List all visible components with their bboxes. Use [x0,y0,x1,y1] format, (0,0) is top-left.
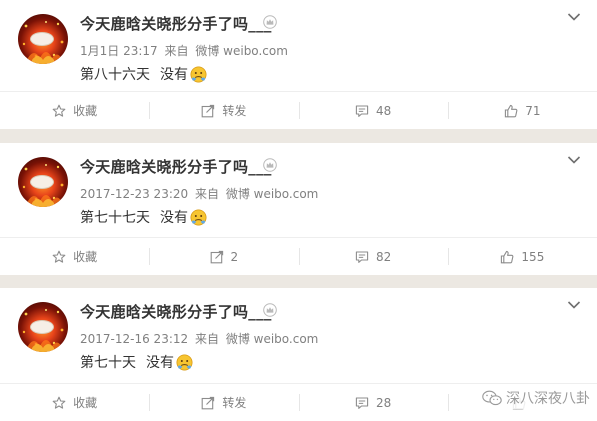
post-meta: 2017-12-23 23:20 来自 微博 weibo.com [80,185,321,202]
repost-label: 转发 [222,104,247,118]
post-separator [0,275,597,288]
post-username[interactable]: 今天鹿晗关晓彤分手了吗___ [80,301,272,322]
comment-icon [355,396,369,410]
thinking-face-icon [190,66,207,83]
action-bar: 收藏 2 82 155 [0,237,597,275]
thinking-face-icon [176,354,193,371]
chevron-down-icon[interactable] [567,300,581,310]
crown-icon [263,303,277,317]
favorite-button[interactable]: 收藏 [0,92,149,129]
avatar-bubble [30,32,54,46]
favorite-button[interactable]: 收藏 [0,384,149,421]
post-meta: 2017-12-16 23:12 来自 微博 weibo.com [80,330,321,347]
thumb-up-icon [500,250,514,264]
crown-icon [263,15,277,29]
favorite-label: 收藏 [73,396,98,410]
comment-count: 48 [375,103,392,118]
repost-button[interactable]: 转发 [149,92,298,129]
post-card: 今天鹿晗关晓彤分手了吗___ 2017-12-23 23:20 来自 微博 we… [0,143,597,275]
post-text-tail: 没有 [160,67,188,83]
like-button[interactable]: 155 [447,238,597,275]
star-icon [52,104,66,118]
comment-icon [355,250,369,264]
repost-count: 2 [230,249,239,264]
chevron-down-icon[interactable] [567,12,581,22]
watermark-text: 深八深夜八卦 [506,391,590,407]
avatar[interactable] [18,302,68,352]
post-text-tail: 没有 [146,355,174,371]
thinking-face-icon [190,209,207,226]
repost-button[interactable]: 转发 [149,384,298,421]
post-username[interactable]: 今天鹿晗关晓彤分手了吗___ [80,156,272,177]
repost-icon [201,396,215,410]
post-card: 今天鹿晗关晓彤分手了吗___ 1月1日 23:17 来自 微博 weibo.co… [0,0,597,129]
post-text: 第七十七天 没有 [80,207,207,227]
comment-button[interactable]: 82 [298,238,448,275]
post-text-tail: 没有 [160,210,188,226]
comment-button[interactable]: 48 [298,92,448,129]
post-via: 来自 [164,44,189,58]
comment-icon [355,104,369,118]
avatar[interactable] [18,14,68,64]
post-text-main: 第七十天 [80,355,136,371]
action-bar: 收藏 转发 48 71 [0,91,597,129]
comment-button[interactable]: 28 [298,384,448,421]
crown-icon [263,158,277,172]
repost-button[interactable]: 2 [149,238,298,275]
post-source[interactable]: 微博 weibo.com [226,332,319,346]
watermark: 深八深夜八卦 [480,387,592,409]
post-text-main: 第七十七天 [80,210,150,226]
post-source[interactable]: 微博 weibo.com [226,187,319,201]
post-text-main: 第八十六天 [80,67,150,83]
favorite-label: 收藏 [73,250,98,264]
chevron-down-icon[interactable] [567,155,581,165]
post-source[interactable]: 微博 weibo.com [195,44,288,58]
repost-icon [210,250,224,264]
post-time[interactable]: 1月1日 23:17 [80,44,158,58]
like-button[interactable]: 71 [447,92,597,129]
repost-label: 转发 [222,396,247,410]
post-time[interactable]: 2017-12-16 23:12 [80,332,188,346]
post-username[interactable]: 今天鹿晗关晓彤分手了吗___ [80,13,272,34]
post-text: 第八十六天 没有 [80,64,207,84]
favorite-label: 收藏 [73,104,98,118]
post-via: 来自 [194,332,219,346]
weibo-feed: 今天鹿晗关晓彤分手了吗___ 1月1日 23:17 来自 微博 weibo.co… [0,0,597,421]
post-meta: 1月1日 23:17 来自 微博 weibo.com [80,42,291,59]
avatar[interactable] [18,157,68,207]
post-time[interactable]: 2017-12-23 23:20 [80,187,188,201]
post-via: 来自 [194,187,219,201]
comment-count: 28 [375,395,392,410]
avatar-bubble [30,175,54,189]
comment-count: 82 [375,249,392,264]
wechat-icon [482,390,502,406]
favorite-button[interactable]: 收藏 [0,238,149,275]
post-text: 第七十天 没有 [80,352,193,372]
like-count: 155 [521,249,545,264]
like-count: 71 [525,103,541,118]
post-separator [0,129,597,143]
repost-icon [201,104,215,118]
thumb-up-icon [504,104,518,118]
avatar-bubble [30,320,54,334]
star-icon [52,396,66,410]
star-icon [52,250,66,264]
